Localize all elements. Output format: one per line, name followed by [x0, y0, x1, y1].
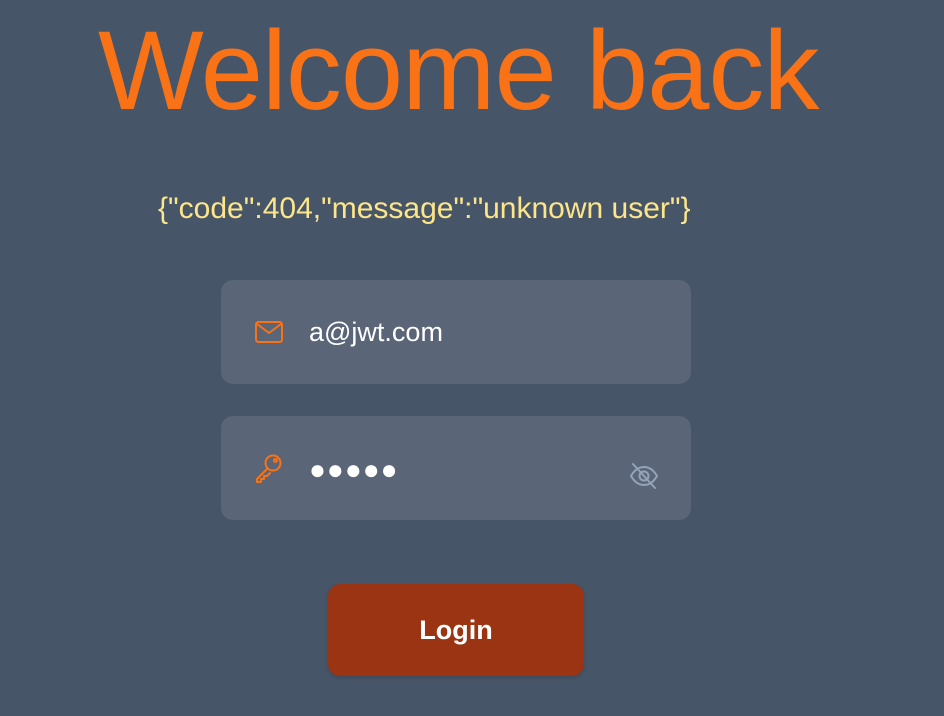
key-icon — [253, 452, 285, 484]
password-input[interactable]: ●●●●● — [309, 450, 399, 490]
login-button[interactable]: Login — [328, 584, 584, 676]
eye-off-icon[interactable] — [624, 456, 664, 496]
password-field[interactable]: ●●●●● — [221, 416, 691, 520]
email-input[interactable] — [309, 312, 609, 352]
page-title: Welcome back — [98, 8, 819, 133]
email-field[interactable] — [221, 280, 691, 384]
error-message: {"code":404,"message":"unknown user"} — [158, 192, 691, 225]
envelope-icon — [253, 316, 285, 348]
